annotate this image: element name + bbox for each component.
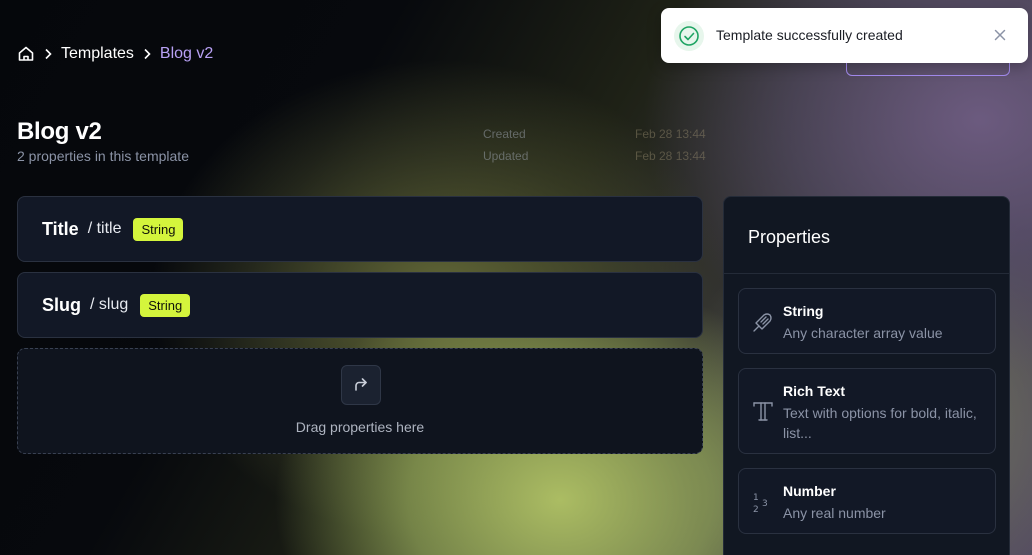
field-name: Title xyxy=(42,218,79,239)
field-key: / slug xyxy=(90,296,129,313)
dropzone-text: Drag properties here xyxy=(295,419,425,435)
svg-text:1: 1 xyxy=(753,493,759,503)
home-icon[interactable] xyxy=(17,45,35,63)
template-field-title[interactable]: Title / title String xyxy=(17,196,703,262)
meta-updated-label: Updated xyxy=(483,149,529,163)
property-dropzone[interactable]: Drag properties here xyxy=(17,348,703,454)
property-type-number[interactable]: 132 Number Any real number xyxy=(738,468,996,534)
toast-message: Template successfully created xyxy=(716,27,903,43)
panel-divider xyxy=(724,273,1009,274)
template-field-slug[interactable]: Slug / slug String xyxy=(17,272,703,338)
field-type-badge: String xyxy=(133,217,184,241)
card-title: Number xyxy=(783,483,836,499)
page-title: Blog v2 xyxy=(17,118,102,145)
breadcrumb-current: Blog v2 xyxy=(159,45,214,62)
property-type-rich-text[interactable]: Rich Text Text with options for bold, it… xyxy=(738,368,996,454)
svg-text:3: 3 xyxy=(762,499,768,509)
card-description: Any real number xyxy=(783,505,886,521)
check-circle-icon xyxy=(674,21,704,51)
card-title: String xyxy=(783,303,824,319)
success-toast: Template successfully created xyxy=(661,8,1028,63)
rich-text-icon xyxy=(751,399,775,423)
breadcrumb: Templates Blog v2 xyxy=(17,44,213,64)
close-icon[interactable] xyxy=(992,27,1008,43)
svg-text:2: 2 xyxy=(753,505,759,514)
field-key: / title xyxy=(87,220,122,237)
string-icon xyxy=(751,310,775,334)
card-title: Rich Text xyxy=(783,383,845,399)
meta-updated-value: Feb 28 13:44 xyxy=(635,149,706,163)
properties-panel: Properties String Any character array va… xyxy=(723,196,1010,555)
property-type-string[interactable]: String Any character array value xyxy=(738,288,996,354)
card-description: Any character array value xyxy=(783,325,943,341)
meta-created-value: Feb 28 13:44 xyxy=(635,127,706,141)
breadcrumb-templates[interactable]: Templates xyxy=(61,45,134,63)
number-icon: 132 xyxy=(751,490,775,514)
chevron-right-icon xyxy=(41,47,55,61)
field-type-badge: String xyxy=(140,293,191,317)
panel-title: Properties xyxy=(748,227,831,247)
meta-created-label: Created xyxy=(483,127,526,141)
card-description: Text with options for bold, italic, list… xyxy=(783,405,977,441)
chevron-right-icon xyxy=(140,47,154,61)
page-subtitle: 2 properties in this template xyxy=(17,148,189,164)
field-name: Slug xyxy=(42,294,81,315)
arrow-forward-icon xyxy=(341,365,381,405)
